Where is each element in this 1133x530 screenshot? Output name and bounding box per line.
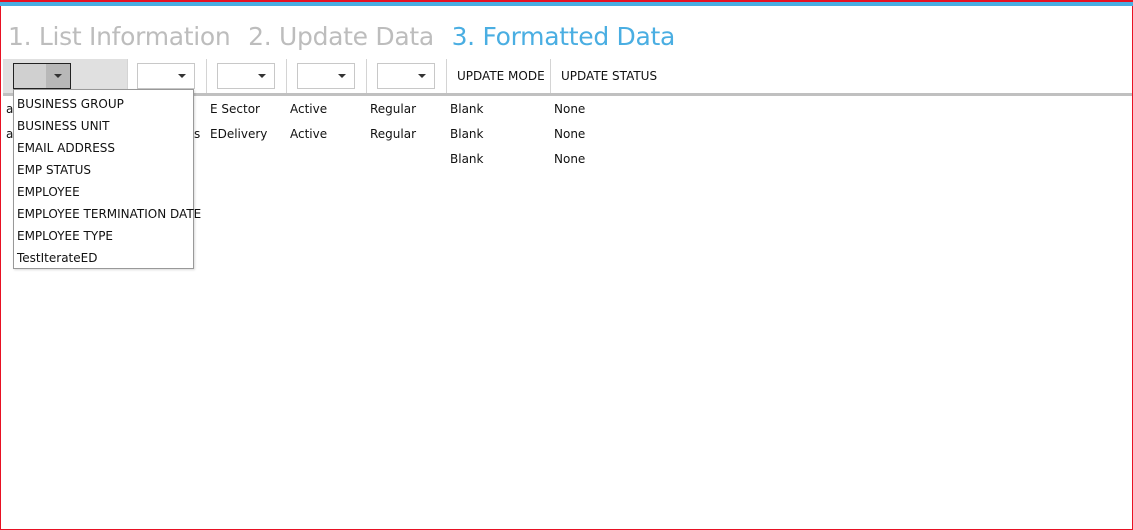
dropdown-option[interactable]: EMPLOYEE TERMINATION DATE — [14, 203, 201, 225]
cell[interactable]: Regular — [370, 102, 416, 116]
cell[interactable]: Regular — [370, 127, 416, 141]
wizard-steps: 1. List Information 2. Update Data 3. Fo… — [8, 22, 685, 51]
step-update-data[interactable]: 2. Update Data — [248, 22, 434, 51]
column-4-mapping-combo[interactable] — [297, 63, 355, 89]
column-divider[interactable] — [366, 59, 367, 94]
cell-update-mode[interactable]: Blank — [450, 152, 483, 166]
dropdown-option[interactable]: EMPLOYEE TYPE — [14, 225, 193, 247]
dropdown-option[interactable]: TestIterateED — [14, 247, 193, 269]
cell[interactable]: s — [194, 127, 200, 141]
column-1-mapping-combo[interactable] — [13, 63, 71, 89]
cell-update-mode[interactable]: Blank — [450, 127, 483, 141]
cell-update-mode[interactable]: Blank — [450, 102, 483, 116]
dropdown-option[interactable]: BUSINESS UNIT — [14, 115, 193, 137]
chevron-down-icon — [418, 74, 426, 78]
column-mapping-dropdown-list: BUSINESS GROUP BUSINESS UNIT EMAIL ADDRE… — [13, 89, 201, 269]
column-header-update-mode[interactable]: UPDATE MODE — [457, 69, 545, 83]
cell-update-status[interactable]: None — [554, 102, 585, 116]
column-2-mapping-combo[interactable] — [137, 63, 195, 89]
dropdown-option[interactable]: BUSINESS GROUP — [14, 93, 193, 115]
chevron-down-icon — [178, 74, 186, 78]
cell[interactable]: Active — [290, 102, 327, 116]
cell[interactable]: Active — [290, 127, 327, 141]
column-divider[interactable] — [286, 59, 287, 94]
cell[interactable]: EDelivery — [210, 127, 267, 141]
chevron-down-icon — [54, 74, 62, 78]
step-list-information[interactable]: 1. List Information — [8, 22, 231, 51]
column-divider[interactable] — [446, 59, 447, 94]
column-5-mapping-combo[interactable] — [377, 63, 435, 89]
title-accent-bar — [0, 0, 1133, 6]
cell-update-status[interactable]: None — [554, 152, 585, 166]
chevron-down-icon — [258, 74, 266, 78]
column-header-update-status[interactable]: UPDATE STATUS — [561, 69, 657, 83]
step-formatted-data[interactable]: 3. Formatted Data — [452, 22, 676, 51]
column-divider[interactable] — [206, 59, 207, 94]
dropdown-option[interactable]: EMP STATUS — [14, 159, 193, 181]
cell-update-status[interactable]: None — [554, 127, 585, 141]
cell[interactable]: E Sector — [210, 102, 260, 116]
dropdown-option[interactable]: EMPLOYEE — [14, 181, 193, 203]
column-3-mapping-combo[interactable] — [217, 63, 275, 89]
chevron-down-icon — [338, 74, 346, 78]
column-divider[interactable] — [550, 59, 551, 94]
dropdown-option[interactable]: EMAIL ADDRESS — [14, 137, 193, 159]
